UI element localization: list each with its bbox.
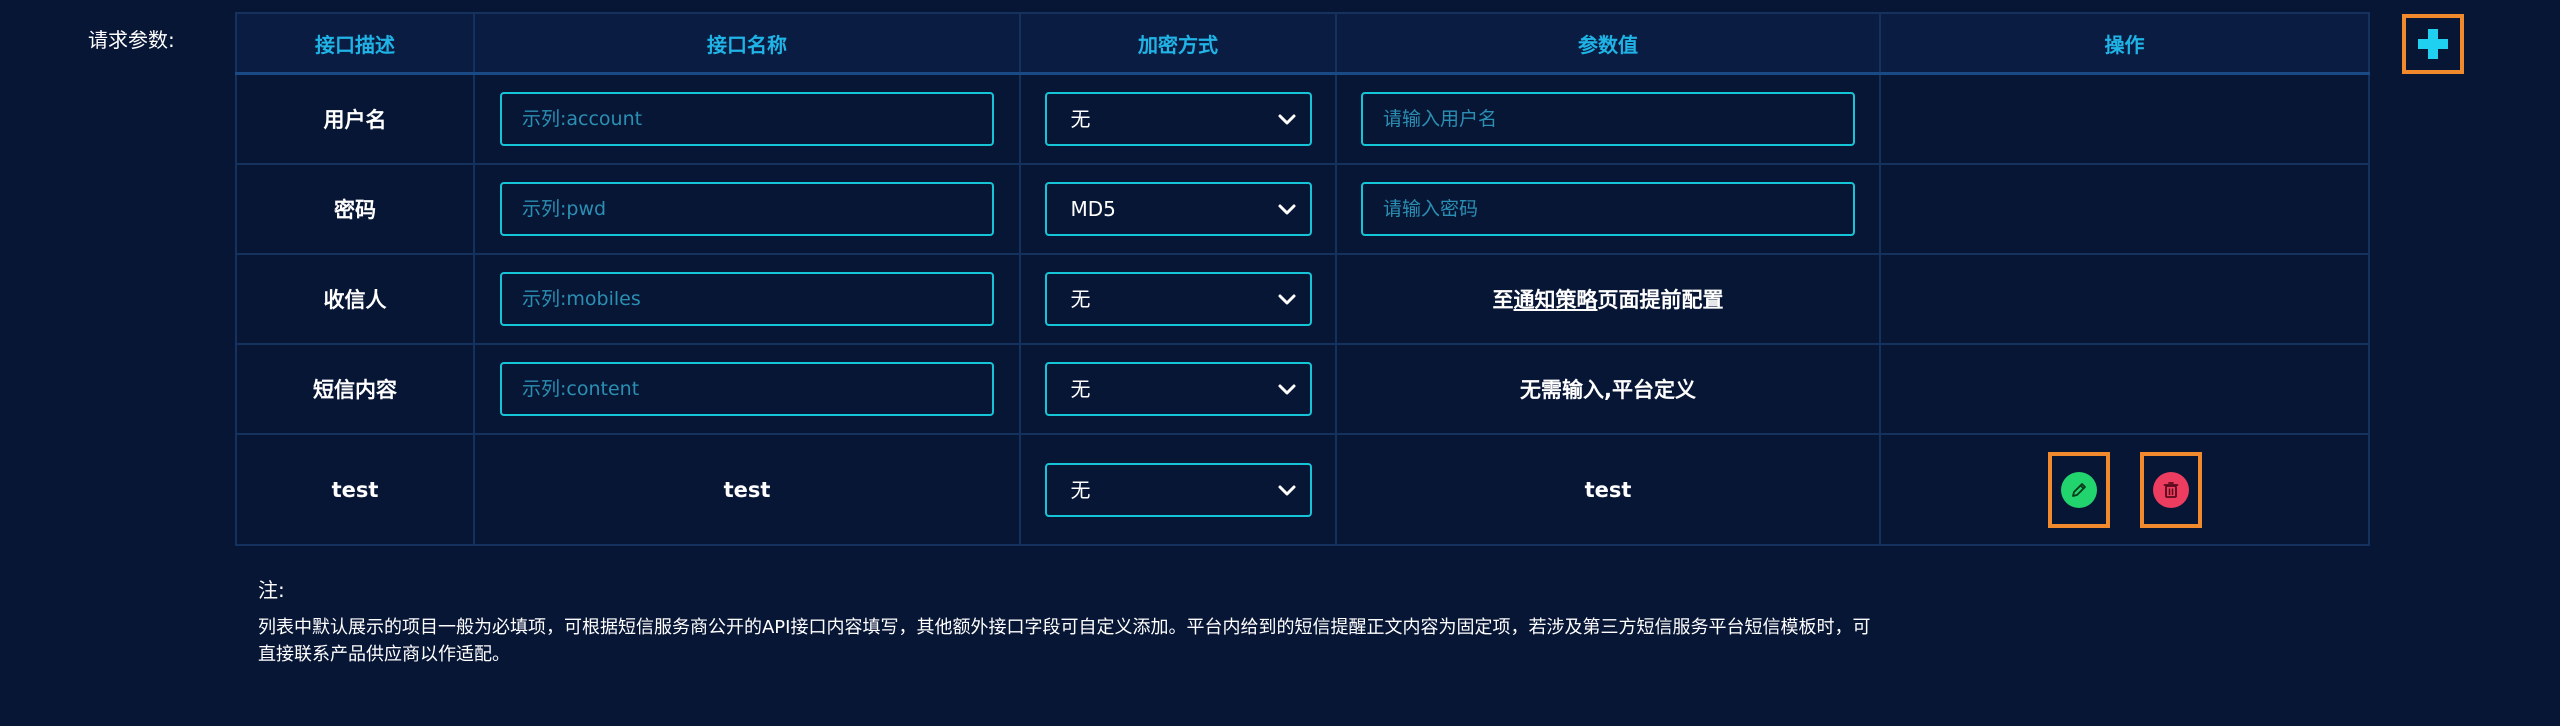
actions-cell (1879, 72, 2370, 165)
row-actions (1881, 451, 2368, 528)
header-desc: 接口描述 (235, 12, 475, 75)
param-name-input[interactable] (500, 92, 994, 146)
param-value-input[interactable] (1361, 92, 1855, 146)
value-suffix: 页面提前配置 (1597, 288, 1724, 312)
note-title: 注: (258, 578, 285, 602)
note-line: 直接联系产品供应商以作适配。 (258, 644, 510, 665)
param-name-cell (473, 343, 1021, 435)
param-name-input[interactable] (500, 182, 994, 236)
table-row: test test 无 test (235, 433, 2370, 546)
header-name: 接口名称 (473, 12, 1021, 75)
encrypt-select[interactable]: 无 (1044, 272, 1312, 326)
param-value-cell (1335, 72, 1881, 165)
actions-cell (1879, 433, 2370, 546)
param-desc: 密码 (235, 163, 475, 255)
table-row: 密码 MD5 (235, 163, 2370, 255)
param-desc: test (235, 433, 475, 546)
param-value-input[interactable] (1361, 182, 1855, 236)
encrypt-select[interactable]: 无 (1044, 362, 1312, 416)
add-param-button[interactable] (2402, 14, 2464, 74)
param-name-cell (473, 163, 1021, 255)
param-name-text: test (473, 433, 1021, 546)
request-params-label: 请求参数: (88, 28, 175, 52)
param-name-input[interactable] (500, 362, 994, 416)
encrypt-select-value: 无 (1070, 477, 1091, 502)
request-params-table: 接口描述 接口名称 加密方式 参数值 操作 用户名 无 (235, 12, 2370, 546)
encrypt-cell: 无 (1019, 433, 1337, 546)
param-desc: 短信内容 (235, 343, 475, 435)
actions-cell (1879, 343, 2370, 435)
param-value-cell: 至通知策略页面提前配置 (1335, 253, 1881, 345)
delete-button[interactable] (2139, 451, 2202, 528)
trash-icon (2152, 471, 2189, 508)
param-desc: 收信人 (235, 253, 475, 345)
header-encrypt: 加密方式 (1019, 12, 1337, 75)
param-name-input[interactable] (500, 272, 994, 326)
encrypt-select-value: 无 (1070, 287, 1091, 311)
notification-policy-link[interactable]: 通知策略 (1514, 288, 1598, 312)
param-value-cell: 无需输入,平台定义 (1335, 343, 1881, 435)
param-value-cell (1335, 163, 1881, 255)
encrypt-select[interactable]: MD5 (1044, 182, 1312, 236)
encrypt-select-value: 无 (1070, 107, 1091, 131)
chevron-down-icon (1278, 114, 1295, 125)
encrypt-select-value: 无 (1070, 377, 1091, 401)
encrypt-cell: MD5 (1019, 163, 1337, 255)
note-line: 列表中默认展示的项目一般为必填项，可根据短信服务商公开的API接口内容填写，其他… (258, 617, 1871, 638)
actions-cell (1879, 253, 2370, 345)
chevron-down-icon (1278, 294, 1295, 305)
edit-button[interactable] (2047, 451, 2110, 528)
encrypt-select[interactable]: 无 (1044, 462, 1312, 517)
encrypt-cell: 无 (1019, 343, 1337, 435)
pencil-icon (2060, 471, 2097, 508)
chevron-down-icon (1278, 204, 1295, 215)
actions-cell (1879, 163, 2370, 255)
table-header-row: 接口描述 接口名称 加密方式 参数值 操作 (235, 12, 2370, 75)
note-body: 列表中默认展示的项目一般为必填项，可根据短信服务商公开的API接口内容填写，其他… (258, 614, 2018, 668)
table-row: 用户名 无 (235, 72, 2370, 165)
param-name-cell (473, 72, 1021, 165)
chevron-down-icon (1278, 485, 1295, 495)
table-row: 短信内容 无 无需输入,平台定义 (235, 343, 2370, 435)
header-actions: 操作 (1879, 12, 2370, 75)
param-name-cell (473, 253, 1021, 345)
header-value: 参数值 (1335, 12, 1881, 75)
encrypt-select[interactable]: 无 (1044, 92, 1312, 146)
table-row: 收信人 无 至通知策略页面提前配置 (235, 253, 2370, 345)
encrypt-cell: 无 (1019, 253, 1337, 345)
encrypt-select-value: MD5 (1070, 197, 1116, 221)
chevron-down-icon (1278, 384, 1295, 395)
value-prefix: 至 (1492, 288, 1514, 312)
plus-icon (2418, 29, 2448, 59)
param-value-text: test (1335, 433, 1881, 546)
param-desc: 用户名 (235, 72, 475, 165)
encrypt-cell: 无 (1019, 72, 1337, 165)
